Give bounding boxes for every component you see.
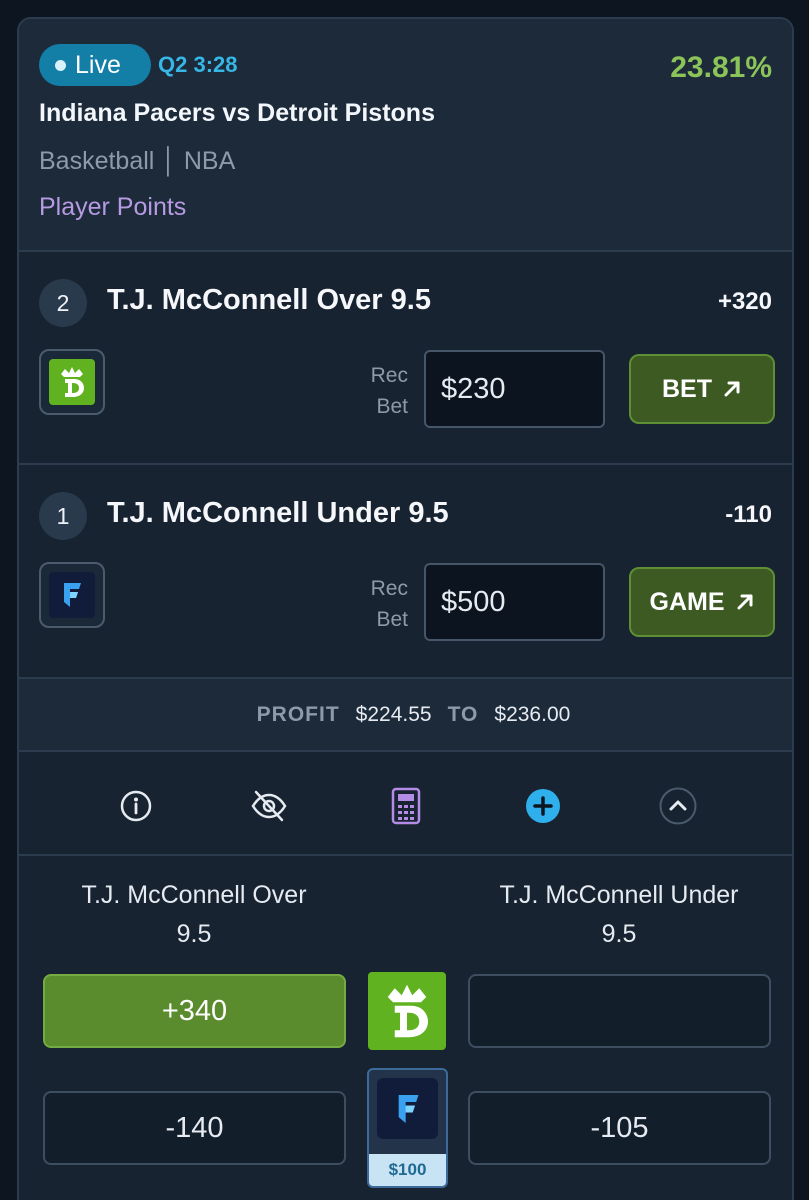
stake-tag: $100: [369, 1154, 446, 1186]
live-badge: Live: [39, 44, 151, 86]
draftkings-logo-icon: [49, 359, 95, 405]
leg-odds: -110: [725, 501, 772, 528]
leg-odds: +320: [717, 288, 772, 315]
under-odds-button[interactable]: -105: [468, 1091, 771, 1165]
fanduel-book-tile[interactable]: $100: [367, 1068, 448, 1188]
calculator-icon[interactable]: [386, 786, 426, 826]
external-arrow-icon: [737, 594, 752, 610]
bet-amount-input[interactable]: $500: [424, 563, 605, 641]
leg-rank-badge: 1: [39, 492, 87, 540]
profit-label: PROFIT: [256, 702, 340, 726]
bet-leg: 1 T.J. McConnell Under 9.5 -110 Rec Bet …: [19, 465, 792, 679]
bet-label: Bet: [376, 395, 408, 418]
profit-summary: PROFIT $224.55 TO $236.00: [19, 679, 792, 752]
over-column-title: T.J. McConnell Over 9.5: [44, 876, 344, 954]
info-icon[interactable]: [116, 786, 156, 826]
sportsbook-tile[interactable]: [39, 562, 105, 628]
sportsbook-tile[interactable]: [39, 349, 105, 415]
profit-high: $236.00: [494, 702, 571, 726]
rec-label: Rec: [370, 364, 408, 387]
hide-eye-icon[interactable]: [249, 786, 289, 826]
rec-bet-label: Rec Bet: [354, 573, 408, 635]
bet-leg: 2 T.J. McConnell Over 9.5 +320 Rec Bet $…: [19, 252, 792, 465]
draftkings-logo-icon: [368, 972, 446, 1050]
bet-label: Bet: [376, 608, 408, 631]
market-label: Player Points: [39, 193, 187, 221]
action-toolbar: [19, 752, 792, 856]
over-title-line: T.J. McConnell Over: [81, 881, 307, 909]
under-column-title: T.J. McConnell Under 9.5: [469, 876, 769, 954]
game-button[interactable]: GAME: [629, 567, 775, 637]
live-dot-icon: [55, 59, 66, 71]
over-title-line: 9.5: [176, 920, 212, 948]
under-odds-button[interactable]: [468, 974, 771, 1048]
bet-card: Live Q2 3:28 23.81% Indiana Pacers vs De…: [17, 17, 794, 1200]
fanduel-logo-icon: [49, 572, 95, 618]
profit-low: $224.55: [355, 702, 432, 726]
add-icon[interactable]: [523, 786, 563, 826]
game-clock: Q2 3:28: [158, 52, 238, 77]
fanduel-logo-icon: [377, 1078, 438, 1139]
live-label: Live: [75, 50, 121, 79]
leg-selection: T.J. McConnell Over 9.5: [107, 284, 431, 316]
collapse-chevron-icon[interactable]: [658, 786, 698, 826]
bet-amount-input[interactable]: $230: [424, 350, 605, 428]
over-odds-button[interactable]: -140: [43, 1091, 346, 1165]
rec-label: Rec: [370, 577, 408, 600]
leg-rank-badge: 2: [39, 279, 87, 327]
matchup-title: Indiana Pacers vs Detroit Pistons: [39, 99, 435, 127]
odds-comparison: T.J. McConnell Over 9.5 T.J. McConnell U…: [19, 856, 792, 1200]
game-button-label: GAME: [649, 587, 725, 616]
bet-button[interactable]: BET: [629, 354, 775, 424]
percentage-value: 23.81%: [670, 51, 772, 84]
event-header: Live Q2 3:28 23.81% Indiana Pacers vs De…: [19, 19, 792, 252]
under-title-line: 9.5: [601, 920, 637, 948]
rec-bet-label: Rec Bet: [354, 360, 408, 422]
profit-to-label: TO: [447, 702, 479, 726]
leg-selection: T.J. McConnell Under 9.5: [107, 497, 449, 529]
bet-button-label: BET: [662, 374, 712, 403]
over-odds-button-best[interactable]: +340: [43, 974, 346, 1048]
external-arrow-icon: [724, 381, 740, 397]
under-title-line: T.J. McConnell Under: [499, 881, 739, 909]
league-label: Basketball │ NBA: [39, 147, 236, 175]
